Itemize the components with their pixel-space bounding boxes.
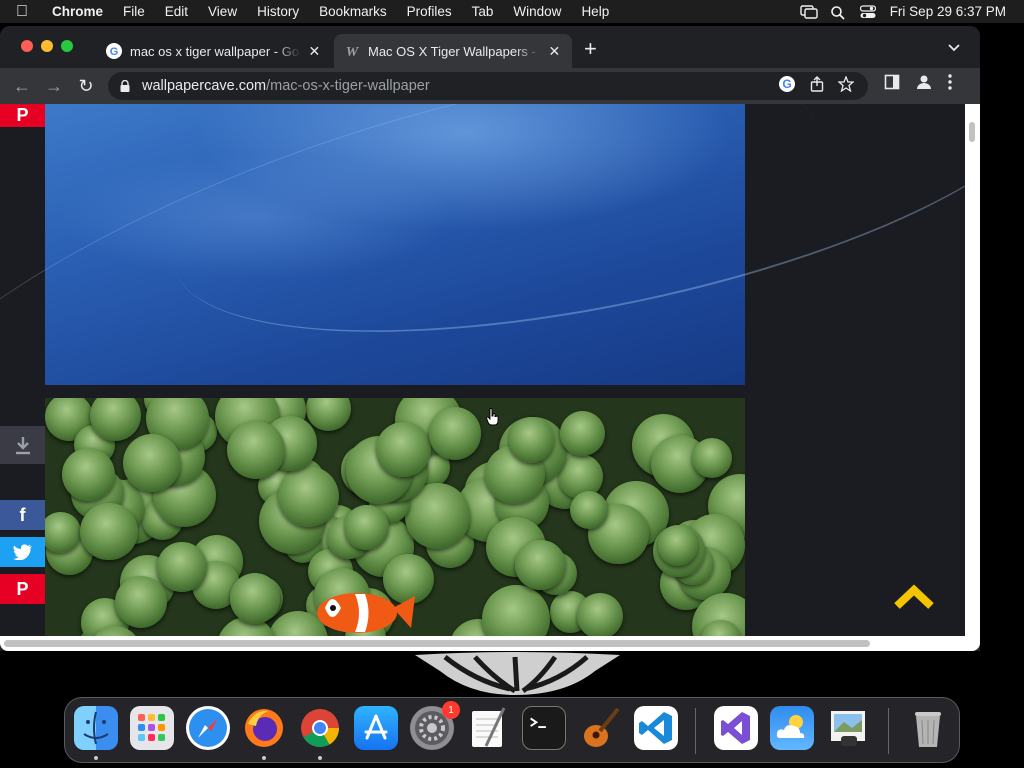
dock-finder-icon[interactable] (74, 706, 118, 750)
menu-help[interactable]: Help (571, 4, 619, 19)
chrome-menu-icon[interactable] (948, 74, 952, 95)
dock-app-store-icon[interactable] (354, 706, 398, 750)
menu-edit[interactable]: Edit (155, 4, 198, 19)
dock-firefox-icon[interactable] (242, 706, 286, 750)
tab-search-chevron-icon[interactable] (948, 40, 960, 55)
bookmark-star-icon[interactable] (837, 75, 855, 97)
new-tab-plus-icon[interactable]: + (584, 38, 597, 60)
svg-text:G: G (782, 77, 791, 91)
google-lens-icon[interactable]: G (778, 75, 796, 98)
horizontal-scrollbar[interactable] (0, 636, 980, 651)
dock: 1 (64, 697, 960, 763)
pinterest-share-button[interactable]: P (0, 104, 45, 127)
tab-title: mac os x tiger wallpaper - Google Search (130, 43, 301, 59)
download-button[interactable] (0, 426, 45, 464)
dock-textedit-icon[interactable] (466, 706, 510, 750)
dock-visual-studio-icon[interactable] (714, 706, 758, 750)
side-panel-icon[interactable] (884, 74, 900, 95)
tab-wallpaper-cave[interactable]: W Mac OS X Tiger Wallpapers - Wallpaper … (334, 34, 572, 68)
menubar-clock[interactable]: Fri Sep 29 6:37 PM (890, 4, 1006, 19)
pinterest-share-button[interactable]: P (0, 574, 45, 604)
desktop-wallpaper-fragment (415, 652, 620, 695)
chevron-up-icon (894, 584, 934, 609)
close-tab-icon[interactable]: ✕ (547, 43, 562, 60)
pinterest-icon: P (16, 578, 29, 599)
hand-cursor-icon (486, 408, 499, 426)
dock-running-indicator (318, 756, 322, 760)
lock-icon[interactable] (120, 79, 130, 92)
tab-google-search[interactable]: G mac os x tiger wallpaper - Google Sear… (96, 34, 332, 68)
vertical-scrollbar[interactable] (965, 104, 980, 636)
svg-text:G: G (110, 46, 119, 58)
menu-history[interactable]: History (247, 4, 309, 19)
system-settings-notification-badge: 1 (442, 701, 460, 719)
menu-tab[interactable]: Tab (462, 4, 504, 19)
facebook-icon: f (19, 504, 26, 525)
control-center-icon[interactable] (859, 4, 876, 19)
profile-avatar-icon[interactable] (916, 74, 932, 95)
menu-view[interactable]: View (198, 4, 247, 19)
dock-preview-icon[interactable] (826, 706, 870, 750)
url-domain: wallpapercave.com (142, 78, 267, 94)
pinterest-icon: P (16, 105, 29, 125)
url-path: /mac-os-x-tiger-wallpaper (266, 78, 430, 94)
wallpapercave-icon: W (344, 43, 360, 60)
scroll-to-top-button[interactable] (892, 584, 936, 610)
reload-icon[interactable]: ↻ (70, 76, 102, 97)
back-arrow-icon[interactable]: ← (6, 76, 38, 97)
menu-bookmarks[interactable]: Bookmarks (309, 4, 397, 19)
minimize-window-button[interactable] (41, 40, 53, 52)
tab-strip: G mac os x tiger wallpaper - Google Sear… (0, 26, 980, 68)
dock-trash-icon[interactable] (906, 706, 950, 750)
menu-app-name[interactable]: Chrome (44, 4, 113, 19)
dock-garageband-icon[interactable] (578, 706, 622, 750)
page-viewport: P f P (0, 104, 965, 636)
close-window-button[interactable] (21, 40, 33, 52)
dock-launchpad-icon[interactable] (130, 706, 174, 750)
apple-menu-icon[interactable]:  (0, 3, 44, 21)
vertical-scrollbar-thumb[interactable] (969, 122, 975, 142)
clownfish-graphic (317, 593, 415, 633)
dock-weather-icon[interactable] (770, 706, 814, 750)
close-tab-icon[interactable]: ✕ (307, 43, 322, 60)
menu-file[interactable]: File (113, 4, 155, 19)
dock-running-indicator (262, 756, 266, 760)
menu-profiles[interactable]: Profiles (397, 4, 462, 19)
screen-mirroring-icon[interactable] (799, 4, 818, 19)
chrome-window: G mac os x tiger wallpaper - Google Sear… (0, 26, 980, 651)
zoom-window-button[interactable] (61, 40, 73, 52)
tab-title: Mac OS X Tiger Wallpapers - Wallpaper Ca… (368, 43, 541, 59)
dock-separator (888, 708, 889, 754)
dock-running-indicator (94, 756, 98, 760)
twitter-share-button[interactable] (0, 537, 45, 567)
facebook-share-button[interactable]: f (0, 500, 45, 530)
dock-separator (695, 708, 696, 754)
svg-text:W: W (346, 45, 360, 59)
dock-vscode-icon[interactable] (634, 706, 678, 750)
address-bar[interactable]: wallpapercave.com/mac-os-x-tiger-wallpap… (108, 72, 868, 100)
dock-safari-icon[interactable] (186, 706, 230, 750)
forward-arrow-icon[interactable]: → (38, 76, 70, 97)
omnibox-actions: G (778, 75, 855, 98)
twitter-bird-icon (12, 544, 32, 560)
menu-window[interactable]: Window (503, 4, 571, 19)
anemone-clownfish-wallpaper-image[interactable] (45, 398, 745, 636)
horizontal-scrollbar-thumb[interactable] (4, 640, 870, 647)
dock-chrome-icon[interactable] (298, 706, 342, 750)
toolbar-right (884, 74, 952, 95)
download-icon (15, 437, 30, 455)
menu-bar:  Chrome File Edit View History Bookmark… (0, 0, 1024, 23)
google-icon: G (106, 43, 122, 59)
browser-toolbar: ← → ↻ wallpapercave.com/mac-os-x-tiger-w… (0, 68, 980, 104)
share-icon[interactable] (810, 76, 824, 97)
blue-aqua-wallpaper-image[interactable] (0, 104, 965, 606)
dock-terminal-icon[interactable] (522, 706, 566, 750)
spotlight-search-icon[interactable] (830, 5, 846, 20)
